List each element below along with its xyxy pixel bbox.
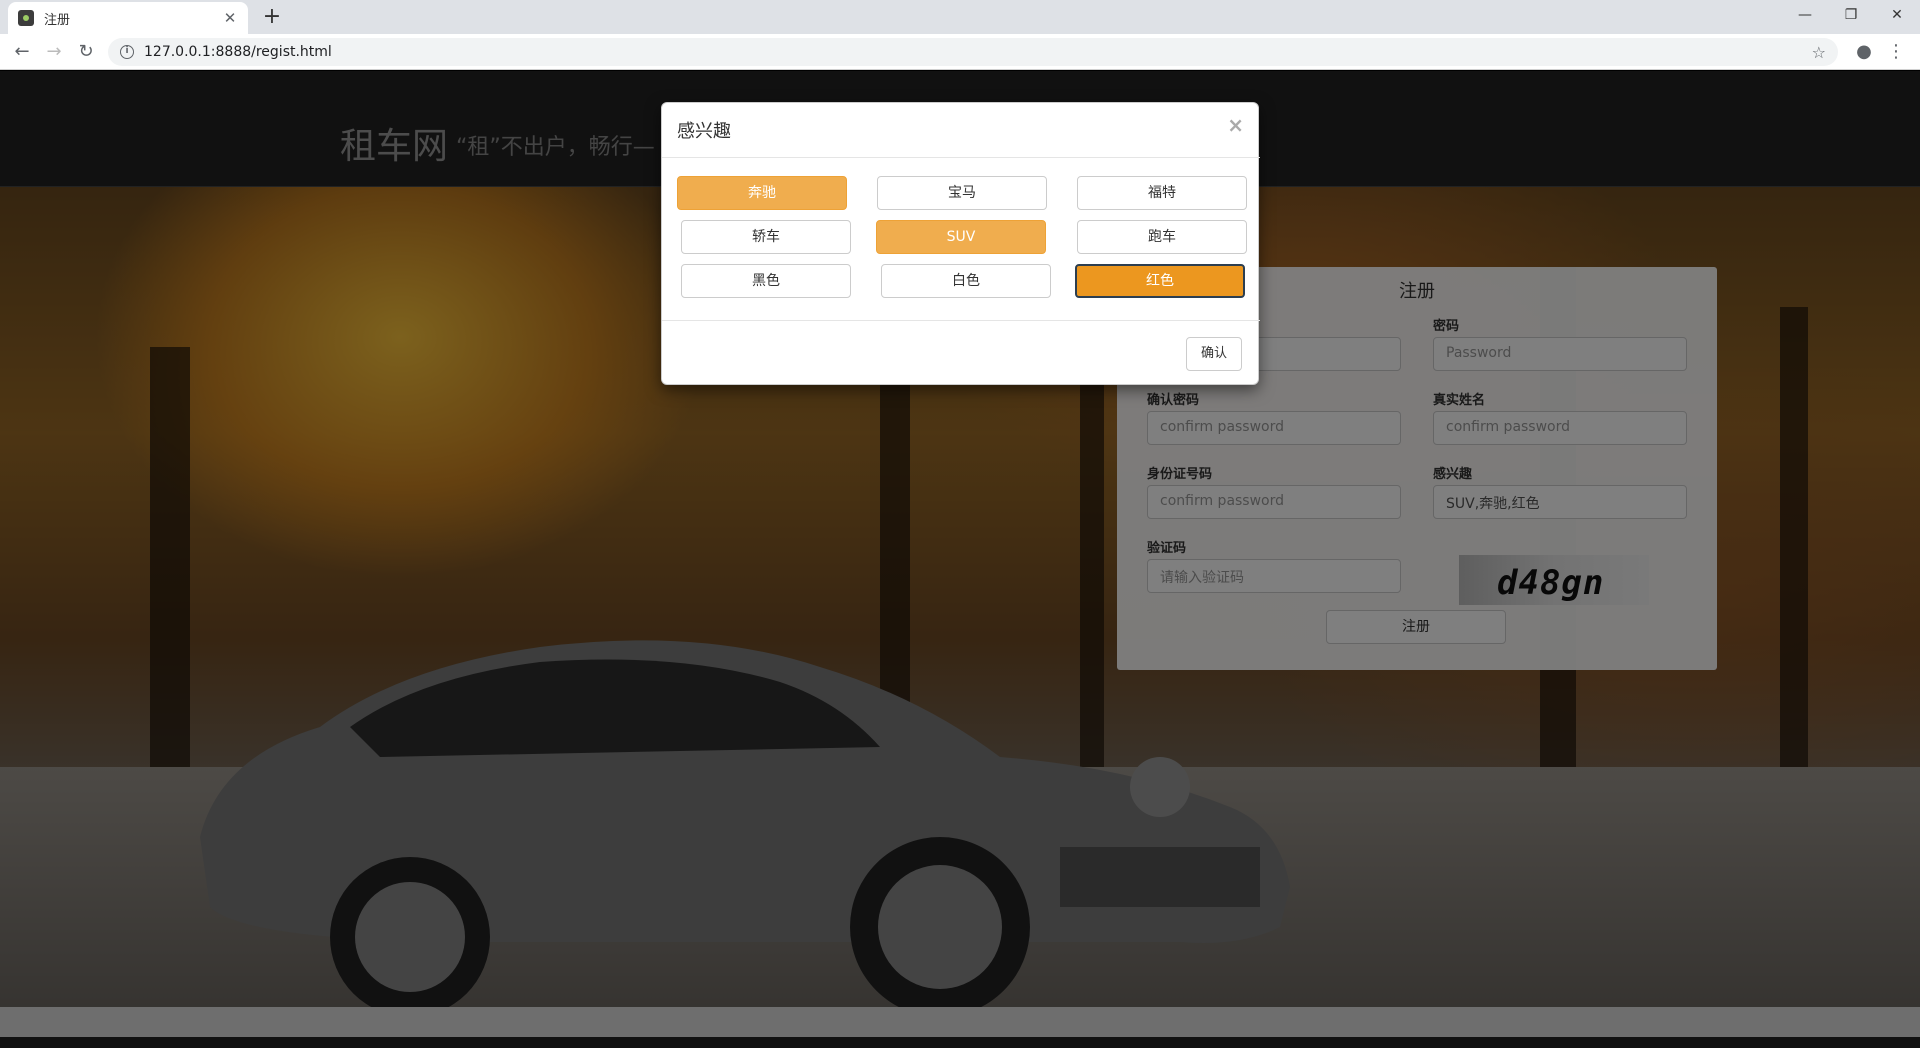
- modal-title: 感兴趣: [677, 121, 731, 142]
- close-window-icon[interactable]: ✕: [1874, 0, 1920, 30]
- reload-icon[interactable]: ↻: [74, 40, 98, 64]
- favicon-icon: [18, 10, 34, 26]
- modal-divider: [662, 320, 1260, 321]
- confirm-button[interactable]: 确认: [1186, 337, 1242, 371]
- browser-tab[interactable]: 注册 ✕: [8, 2, 248, 34]
- info-icon[interactable]: i: [120, 45, 134, 59]
- url-text: 127.0.0.1:8888/regist.html: [144, 44, 332, 60]
- option-button[interactable]: 黑色: [681, 264, 851, 298]
- address-bar: ← → ↻ i 127.0.0.1:8888/regist.html ☆ ● ⋮: [0, 34, 1920, 70]
- option-button[interactable]: 奔驰: [677, 176, 847, 210]
- minimize-icon[interactable]: —: [1782, 0, 1828, 30]
- forward-icon[interactable]: →: [42, 40, 66, 64]
- menu-icon[interactable]: ⋮: [1884, 40, 1908, 64]
- restore-icon[interactable]: ❐: [1828, 0, 1874, 30]
- option-button[interactable]: 福特: [1077, 176, 1247, 210]
- tab-close-icon[interactable]: ✕: [222, 9, 238, 27]
- option-button[interactable]: 宝马: [877, 176, 1047, 210]
- option-button[interactable]: 轿车: [681, 220, 851, 254]
- option-button[interactable]: SUV: [876, 220, 1046, 254]
- bookmark-star-icon[interactable]: ☆: [1812, 43, 1826, 62]
- new-tab-icon[interactable]: +: [258, 4, 286, 32]
- interest-modal: 感兴趣 × 奔驰 宝马 福特 轿车 SUV 跑车 黑色 白色 红色 确认: [661, 102, 1260, 385]
- profile-icon[interactable]: ●: [1852, 40, 1876, 64]
- browser-tab-strip: 注册 ✕ + — ❐ ✕: [0, 0, 1920, 34]
- url-field[interactable]: i 127.0.0.1:8888/regist.html ☆: [108, 38, 1838, 66]
- option-button[interactable]: 红色: [1075, 264, 1245, 298]
- tab-title: 注册: [44, 12, 71, 28]
- modal-close-icon[interactable]: ×: [1227, 113, 1244, 137]
- option-button[interactable]: 白色: [881, 264, 1051, 298]
- modal-divider: [662, 157, 1260, 158]
- back-icon[interactable]: ←: [10, 40, 34, 64]
- option-button[interactable]: 跑车: [1077, 220, 1247, 254]
